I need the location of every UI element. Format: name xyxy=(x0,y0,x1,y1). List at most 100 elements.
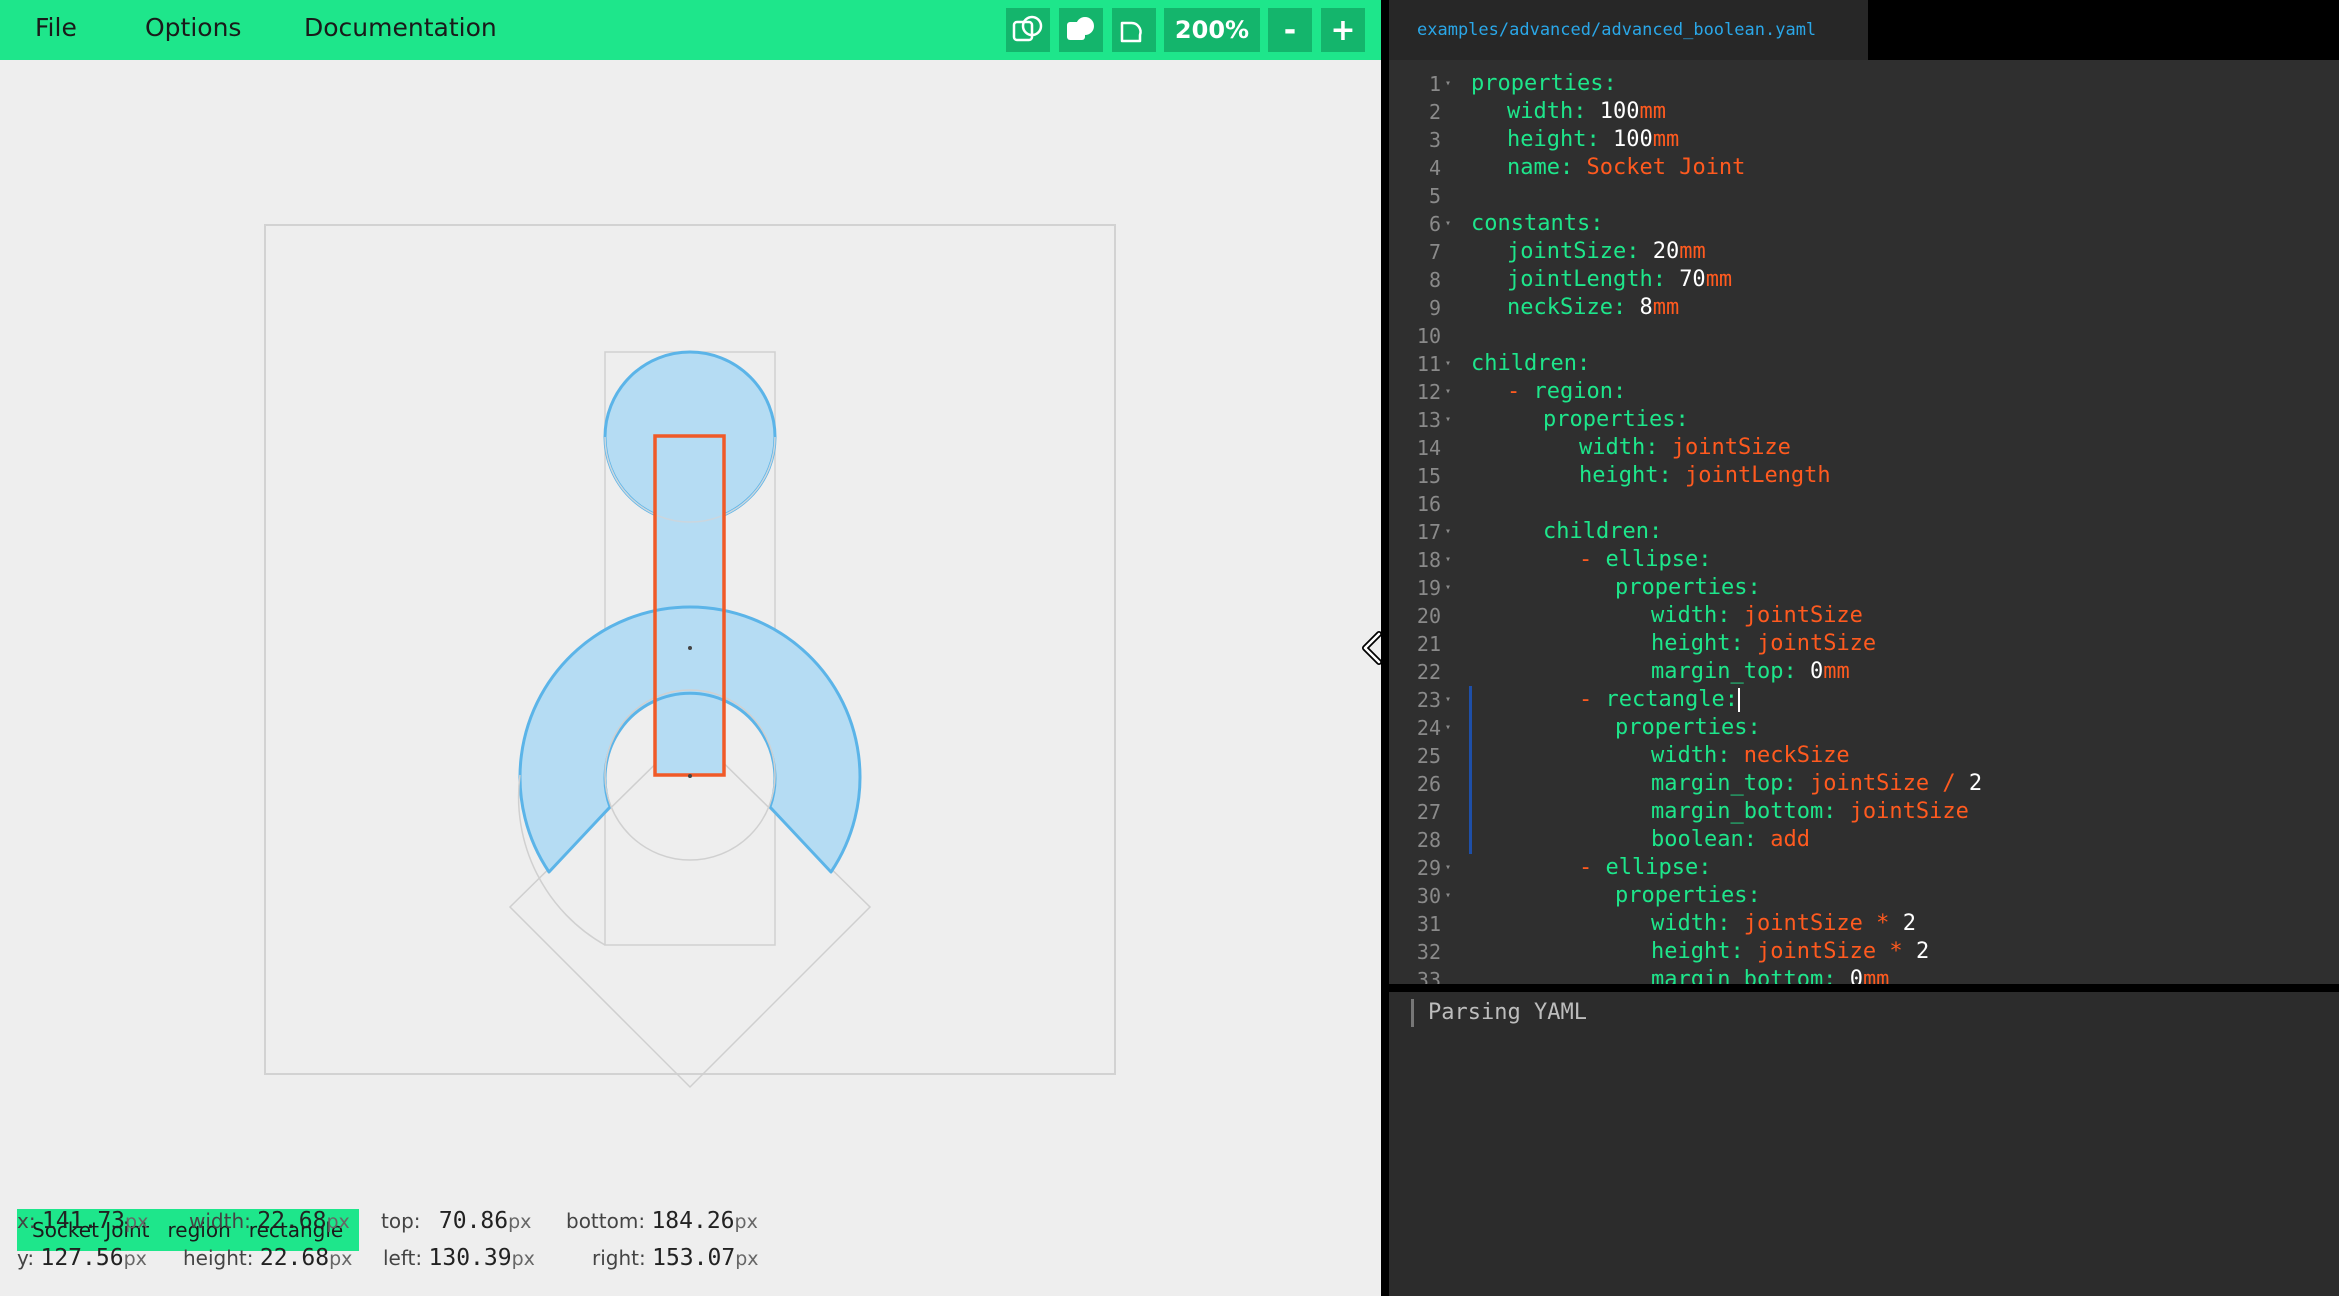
code-line[interactable]: 3 height: 100mm xyxy=(1389,126,2339,154)
fold-arrow-icon[interactable]: ▾ xyxy=(1445,714,1451,742)
code-line[interactable]: 10 xyxy=(1389,322,2339,350)
code-text: height: 100mm xyxy=(1507,126,1679,154)
code-line[interactable]: 26 margin_top: jointSize / 2 xyxy=(1389,770,2339,798)
metric-label: y: xyxy=(17,1246,35,1270)
code-line[interactable]: 18 ▾ - ellipse: xyxy=(1389,546,2339,574)
code-line[interactable]: 7 jointSize: 20mm xyxy=(1389,238,2339,266)
code-line[interactable]: 1 ▾ properties: xyxy=(1389,70,2339,98)
code-line[interactable]: 32 height: jointSize * 2 xyxy=(1389,938,2339,966)
fold-arrow-icon[interactable]: ▾ xyxy=(1445,70,1451,98)
metric-label: width: xyxy=(189,1209,251,1233)
token-key: width: xyxy=(1507,99,1600,124)
code-line[interactable]: 25 width: neckSize xyxy=(1389,742,2339,770)
line-number: 21 xyxy=(1416,632,1441,656)
line-number: 3 xyxy=(1428,128,1441,152)
code-line[interactable]: 2 width: 100mm xyxy=(1389,98,2339,126)
fold-arrow-icon[interactable]: ▾ xyxy=(1445,378,1451,406)
code-line[interactable]: 6 ▾ constants: xyxy=(1389,210,2339,238)
code-editor[interactable]: 1 ▾ properties: 2 width: 100mm 3 height: 100mm… xyxy=(1389,70,2339,984)
token-unit: mm xyxy=(1705,267,1733,292)
code-line[interactable]: 23 ▾ - rectangle: xyxy=(1389,686,2339,714)
outline-shapes-button[interactable] xyxy=(1112,8,1156,52)
code-line[interactable]: 28 boolean: add xyxy=(1389,826,2339,854)
token-key: height: xyxy=(1651,631,1757,656)
metric-label: right: xyxy=(592,1246,646,1270)
token-unit: mm xyxy=(1679,239,1706,264)
menu-file[interactable]: File xyxy=(35,13,77,42)
canvas-area[interactable]: Socket Joint region rectangle x: 141.73p… xyxy=(0,60,1381,1296)
code-line[interactable]: 11 ▾ children: xyxy=(1389,350,2339,378)
code-line[interactable]: 20 width: jointSize xyxy=(1389,602,2339,630)
metric-bottom: bottom: 184.26px xyxy=(566,1208,758,1234)
code-line[interactable]: 31 width: jointSize * 2 xyxy=(1389,910,2339,938)
fold-arrow-icon[interactable]: ▾ xyxy=(1445,882,1451,910)
code-line[interactable]: 16 xyxy=(1389,490,2339,518)
code-line[interactable]: 13 ▾ properties: xyxy=(1389,406,2339,434)
zoom-out-button[interactable]: - xyxy=(1268,8,1312,52)
collapse-editor-button[interactable] xyxy=(1357,628,1387,668)
fold-arrow-icon[interactable]: ▾ xyxy=(1445,574,1451,602)
token-unit: mm xyxy=(1823,659,1850,684)
code-line[interactable]: 27 margin_bottom: jointSize xyxy=(1389,798,2339,826)
file-tab[interactable]: examples/advanced/advanced_boolean.yaml xyxy=(1389,0,1868,60)
token-str: jointSize xyxy=(1743,911,1863,936)
code-text: properties: xyxy=(1615,882,1761,910)
code-line[interactable]: 14 width: jointSize xyxy=(1389,434,2339,462)
code-line[interactable]: 5 xyxy=(1389,182,2339,210)
metric-unit: px xyxy=(326,1211,350,1233)
design-canvas[interactable] xyxy=(0,60,1381,1140)
code-line[interactable]: 9 neckSize: 8mm xyxy=(1389,294,2339,322)
code-line[interactable]: 17 ▾ children: xyxy=(1389,518,2339,546)
editor-tab-bar: examples/advanced/advanced_boolean.yaml xyxy=(1389,0,2339,60)
fold-arrow-icon[interactable]: ▾ xyxy=(1445,546,1451,574)
metric-x: x: 141.73px xyxy=(17,1208,148,1234)
line-number: 7 xyxy=(1428,240,1441,264)
code-line[interactable]: 24 ▾ properties: xyxy=(1389,714,2339,742)
token-key: width: xyxy=(1651,911,1744,936)
fold-arrow-icon[interactable]: ▾ xyxy=(1445,350,1451,378)
code-line[interactable]: 15 height: jointLength xyxy=(1389,462,2339,490)
code-text: - region: xyxy=(1507,378,1626,406)
code-line[interactable]: 29 ▾ - ellipse: xyxy=(1389,854,2339,882)
line-number: 18 xyxy=(1416,548,1441,572)
filled-overlap-button[interactable] xyxy=(1059,8,1103,52)
metric-value: 70.86 xyxy=(438,1208,509,1234)
fold-arrow-icon[interactable]: ▾ xyxy=(1445,406,1451,434)
code-text: height: jointLength xyxy=(1579,462,1831,490)
metric-value: 127.56 xyxy=(40,1245,124,1271)
metric-value: 130.39 xyxy=(428,1245,512,1271)
code-text: margin_bottom: 0mm xyxy=(1651,966,1889,984)
token-num: 0 xyxy=(1849,967,1863,984)
fold-arrow-icon[interactable]: ▾ xyxy=(1445,686,1451,714)
code-line[interactable]: 12 ▾ - region: xyxy=(1389,378,2339,406)
metric-value: 22.68 xyxy=(259,1245,330,1271)
metric-unit: px xyxy=(735,1248,759,1270)
menu-bar: File Options Documentation 200% - + xyxy=(0,0,1381,60)
code-line[interactable]: 8 jointLength: 70mm xyxy=(1389,266,2339,294)
console-splitter[interactable] xyxy=(1389,984,2339,992)
menu-documentation[interactable]: Documentation xyxy=(304,13,497,42)
outline-overlap-button[interactable] xyxy=(1006,8,1050,52)
line-number: 11 xyxy=(1416,352,1441,376)
token-key: constants: xyxy=(1471,211,1604,236)
code-line[interactable]: 21 height: jointSize xyxy=(1389,630,2339,658)
token-str: jointSize xyxy=(1809,771,1930,796)
line-number: 15 xyxy=(1416,464,1441,488)
line-number: 25 xyxy=(1416,744,1441,768)
token-key: width: xyxy=(1579,435,1672,460)
fold-arrow-icon[interactable]: ▾ xyxy=(1445,854,1451,882)
menu-options[interactable]: Options xyxy=(145,13,241,42)
fold-arrow-icon[interactable]: ▾ xyxy=(1445,210,1451,238)
chevron-left-icon xyxy=(1362,631,1382,665)
token-num: 8 xyxy=(1639,295,1653,320)
fold-arrow-icon[interactable]: ▾ xyxy=(1445,518,1451,546)
code-line[interactable]: 4 name: Socket Joint xyxy=(1389,154,2339,182)
code-line[interactable]: 30 ▾ properties: xyxy=(1389,882,2339,910)
outline-overlap-icon xyxy=(1012,15,1043,42)
code-line[interactable]: 22 margin_top: 0mm xyxy=(1389,658,2339,686)
zoom-in-button[interactable]: + xyxy=(1321,8,1365,52)
code-line[interactable]: 33 margin_bottom: 0mm xyxy=(1389,966,2339,984)
code-text: width: jointSize xyxy=(1579,434,1791,462)
line-number: 5 xyxy=(1428,184,1441,208)
code-line[interactable]: 19 ▾ properties: xyxy=(1389,574,2339,602)
